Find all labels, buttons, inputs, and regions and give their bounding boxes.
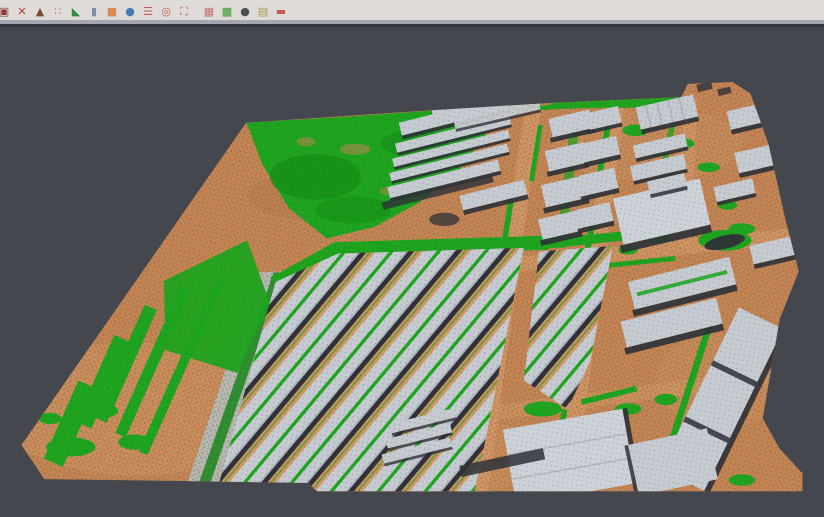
annotated-map-icon[interactable]: ▤ <box>255 3 271 20</box>
application-window: ▣ ✕ ▲ ∷ ◣ ▮ ■ ● ☰ ◎ ⛶ ▦ ▩ ● ▤ ▬ <box>0 0 824 517</box>
mountain-icon[interactable]: ▲ <box>32 3 48 20</box>
crossed-points-icon[interactable]: ✕ <box>14 3 30 20</box>
crossed-points-icon: ✕ <box>17 6 26 17</box>
control-points-icon: ∷ <box>55 6 62 17</box>
contour-lines-icon: ☰ <box>143 6 153 17</box>
classification-map-icon: ▩ <box>222 6 232 17</box>
selection-bounds-icon[interactable]: ⛶ <box>176 3 192 20</box>
control-points-icon[interactable]: ∷ <box>50 3 66 20</box>
contour-lines-icon[interactable]: ☰ <box>140 3 156 20</box>
striped-flag-icon[interactable]: ▬ <box>273 3 289 20</box>
point-noise-overlay <box>22 27 803 517</box>
globe-icon[interactable]: ● <box>122 3 138 20</box>
3d-viewport[interactable] <box>0 27 824 517</box>
checker-grid-icon: ▦ <box>204 6 214 17</box>
striped-flag-icon: ▬ <box>276 6 286 17</box>
toolbar: ▣ ✕ ▲ ∷ ◣ ▮ ■ ● ☰ ◎ ⛶ ▦ ▩ ● ▤ ▬ <box>0 0 824 20</box>
orthophoto-icon: ■ <box>107 6 117 17</box>
dark-sphere-icon: ● <box>240 6 250 17</box>
point-cloud-scene <box>0 27 824 517</box>
globe-icon: ● <box>125 6 135 17</box>
column-icon: ▮ <box>91 6 97 17</box>
toolbar-group: ▦ ▩ ● ▤ ▬ <box>205 3 290 20</box>
target-ring-icon: ◎ <box>161 6 171 17</box>
terrain-hill-icon: ◣ <box>72 6 80 17</box>
target-ring-icon[interactable]: ◎ <box>158 3 174 20</box>
mountain-icon: ▲ <box>36 6 44 17</box>
red-cube-icon[interactable]: ▣ <box>0 3 12 20</box>
terrain-hill-icon[interactable]: ◣ <box>68 3 84 20</box>
column-icon[interactable]: ▮ <box>86 3 102 20</box>
dark-sphere-icon[interactable]: ● <box>237 3 253 20</box>
toolbar-group: ▣ ✕ ▲ ∷ ◣ ▮ ■ ● ☰ ◎ ⛶ <box>0 3 193 20</box>
orthophoto-icon[interactable]: ■ <box>104 3 120 20</box>
checker-grid-icon[interactable]: ▦ <box>201 3 217 20</box>
red-cube-icon: ▣ <box>0 6 9 17</box>
classification-map-icon[interactable]: ▩ <box>219 3 235 20</box>
annotated-map-icon: ▤ <box>258 6 268 17</box>
selection-bounds-icon: ⛶ <box>180 6 188 17</box>
